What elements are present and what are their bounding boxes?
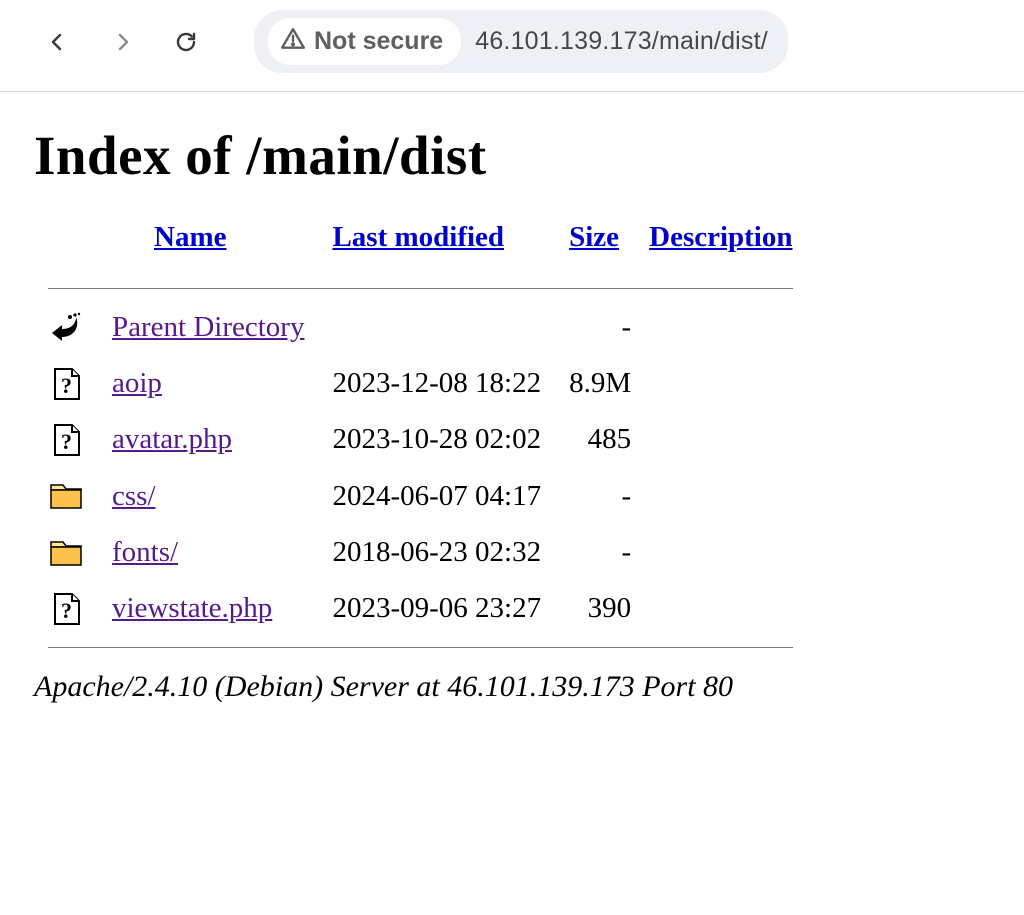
entry-size: 8.9M — [555, 355, 635, 411]
unknown-file-icon: ? — [48, 422, 84, 458]
unknown-file-icon: ? — [48, 366, 84, 402]
entry-size: - — [555, 524, 635, 580]
entry-modified: 2024-06-07 04:17 — [318, 468, 555, 524]
entry-description — [635, 355, 806, 411]
entry-link[interactable]: avatar.php — [112, 423, 232, 455]
page-body: Index of /main/dist Name Last modified S… — [0, 92, 1024, 704]
entry-link[interactable]: css/ — [112, 480, 156, 512]
col-header-size[interactable]: Size — [569, 221, 619, 253]
col-header-modified[interactable]: Last modified — [332, 221, 504, 253]
entry-description — [635, 299, 806, 355]
entry-size: - — [555, 299, 635, 355]
parent-directory-icon — [48, 309, 84, 345]
folder-icon — [48, 535, 84, 571]
entry-link[interactable]: aoip — [112, 367, 162, 399]
back-button[interactable] — [38, 22, 78, 62]
entry-modified: 2023-10-28 02:02 — [318, 412, 555, 468]
svg-text:?: ? — [61, 429, 72, 454]
table-row: ? avatar.php 2023-10-28 02:02485 — [34, 412, 807, 468]
entry-modified: 2023-09-06 23:27 — [318, 581, 555, 637]
col-header-name[interactable]: Name — [154, 221, 226, 253]
svg-text:?: ? — [61, 598, 72, 623]
entry-description — [635, 468, 806, 524]
entry-modified: 2018-06-23 02:32 — [318, 524, 555, 580]
table-row: ? viewstate.php 2023-09-06 23:27390 — [34, 581, 807, 637]
entry-size: 390 — [555, 581, 635, 637]
entry-size: - — [555, 468, 635, 524]
reload-button[interactable] — [166, 22, 206, 62]
table-header-row: Name Last modified Size Description — [34, 221, 807, 278]
entry-size: 485 — [555, 412, 635, 468]
browser-toolbar: Not secure 46.101.139.173/main/dist/ — [0, 0, 1024, 92]
svg-text:?: ? — [61, 373, 72, 398]
not-secure-chip[interactable]: Not secure — [268, 18, 461, 65]
table-row: css/2024-06-07 04:17- — [34, 468, 807, 524]
address-bar[interactable]: Not secure 46.101.139.173/main/dist/ — [254, 10, 788, 73]
table-row: ? aoip 2023-12-08 18:228.9M — [34, 355, 807, 411]
divider — [48, 288, 793, 289]
table-row: Parent Directory - — [34, 299, 807, 355]
unknown-file-icon: ? — [48, 591, 84, 627]
warning-icon — [280, 26, 306, 57]
directory-listing-table: Name Last modified Size Description Pare… — [34, 221, 807, 658]
entry-modified: 2023-12-08 18:22 — [318, 355, 555, 411]
page-title: Index of /main/dist — [34, 124, 990, 187]
forward-button[interactable] — [102, 22, 142, 62]
folder-icon — [48, 478, 84, 514]
url-text: 46.101.139.173/main/dist/ — [475, 29, 768, 54]
entry-description — [635, 581, 806, 637]
col-header-description[interactable]: Description — [649, 221, 792, 253]
entry-link[interactable]: viewstate.php — [112, 592, 272, 624]
divider — [48, 647, 793, 648]
entry-modified — [318, 299, 555, 355]
entry-link[interactable]: Parent Directory — [112, 311, 304, 343]
entry-description — [635, 524, 806, 580]
entry-description — [635, 412, 806, 468]
entry-link[interactable]: fonts/ — [112, 536, 178, 568]
server-signature: Apache/2.4.10 (Debian) Server at 46.101.… — [34, 670, 990, 704]
not-secure-label: Not secure — [314, 29, 443, 54]
table-row: fonts/2018-06-23 02:32- — [34, 524, 807, 580]
